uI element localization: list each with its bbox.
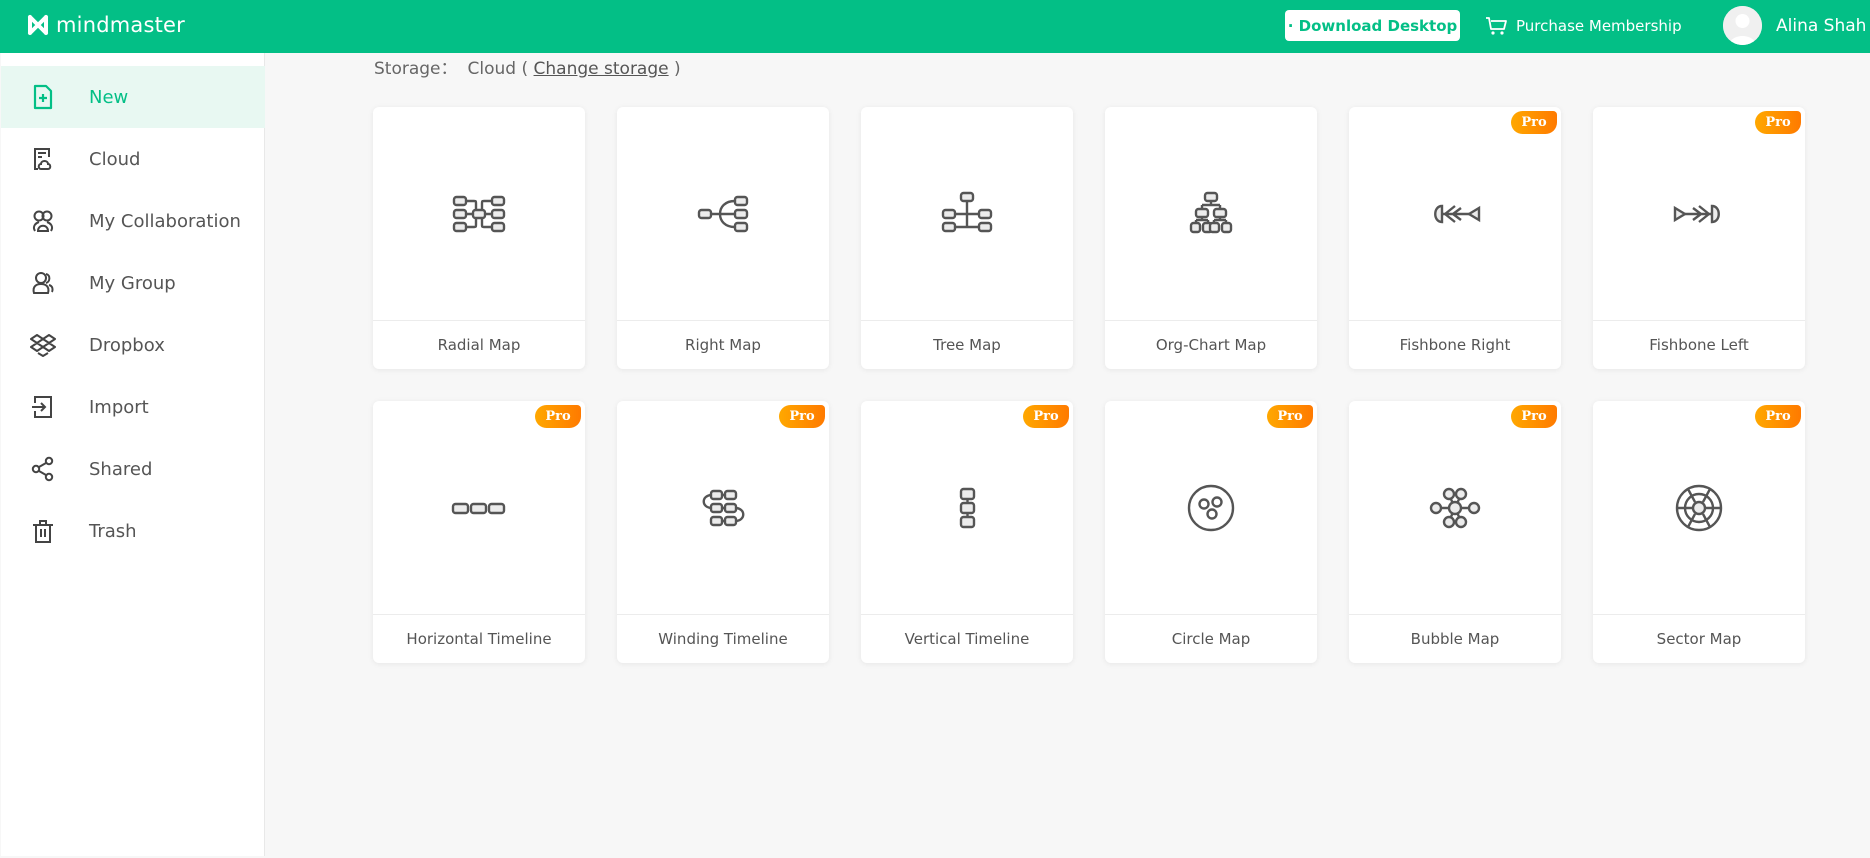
sidebar-item-label: Dropbox (89, 334, 165, 356)
bubble-map-icon (1349, 401, 1561, 614)
template-card-right-map[interactable]: Right Map (617, 107, 829, 369)
vertical-timeline-icon (861, 401, 1073, 614)
top-bar: mindmaster · Download Desktop Purchase M… (0, 0, 1870, 53)
template-label: Circle Map (1105, 614, 1317, 663)
org-chart-icon (1105, 107, 1317, 320)
template-card-sector-map[interactable]: Sector Map Pro (1593, 401, 1805, 663)
radial-map-icon (373, 107, 585, 320)
template-label: Org-Chart Map (1105, 320, 1317, 369)
template-card-org-chart-map[interactable]: Org-Chart Map (1105, 107, 1317, 369)
download-desktop-button[interactable]: · Download Desktop (1285, 10, 1460, 41)
template-card-winding-timeline[interactable]: Winding Timeline Pro (617, 401, 829, 663)
sidebar-item-label: New (89, 86, 129, 108)
pro-badge: Pro (1511, 111, 1557, 134)
sidebar-item-label: Import (89, 396, 149, 418)
cart-icon (1486, 17, 1507, 35)
right-map-icon (617, 107, 829, 320)
template-card-tree-map[interactable]: Tree Map (861, 107, 1073, 369)
template-card-radial-map[interactable]: Radial Map (373, 107, 585, 369)
fishbone-right-icon (1349, 107, 1561, 320)
purchase-membership-button[interactable]: Purchase Membership (1485, 13, 1682, 39)
pro-badge: Pro (1267, 405, 1313, 428)
template-label: Tree Map (861, 320, 1073, 369)
purchase-membership-label: Purchase Membership (1516, 17, 1682, 35)
template-label: Sector Map (1593, 614, 1805, 663)
sidebar-item-dropbox[interactable]: Dropbox (1, 314, 265, 376)
collaboration-icon (30, 208, 56, 234)
storage-info: Storage： Cloud ( Change storage ) (372, 54, 681, 79)
template-label: Fishbone Left (1593, 320, 1805, 369)
pro-badge: Pro (1511, 405, 1557, 428)
cloud-file-icon (30, 146, 56, 172)
storage-value: Cloud ( (467, 59, 529, 79)
circle-map-icon (1105, 401, 1317, 614)
storage-label: Storage： (374, 59, 458, 79)
horizontal-timeline-icon (373, 401, 585, 614)
dropbox-icon (30, 332, 56, 358)
sidebar-item-new[interactable]: New (1, 66, 265, 128)
template-label: Bubble Map (1349, 614, 1561, 663)
trash-icon (30, 518, 56, 544)
share-icon (30, 456, 56, 482)
sidebar-item-label: Shared (89, 458, 153, 480)
tree-map-icon (861, 107, 1073, 320)
template-card-bubble-map[interactable]: Bubble Map Pro (1349, 401, 1561, 663)
sidebar-item-label: My Collaboration (89, 210, 241, 232)
template-label: Right Map (617, 320, 829, 369)
mindmaster-logo-icon (28, 15, 48, 35)
pro-badge: Pro (1755, 405, 1801, 428)
template-label: Radial Map (373, 320, 585, 369)
sidebar-item-label: Trash (89, 520, 137, 542)
sidebar: New Cloud My Collaboration My Group Drop… (1, 53, 265, 856)
pro-badge: Pro (1755, 111, 1801, 134)
template-label: Horizontal Timeline (373, 614, 585, 663)
sidebar-item-trash[interactable]: Trash (1, 500, 265, 562)
sidebar-item-my-collaboration[interactable]: My Collaboration (1, 190, 265, 252)
user-menu[interactable]: Alina Shah (1723, 6, 1866, 45)
pro-badge: Pro (535, 405, 581, 428)
winding-timeline-icon (617, 401, 829, 614)
template-label: Winding Timeline (617, 614, 829, 663)
avatar (1723, 6, 1762, 45)
template-card-horizontal-timeline[interactable]: Horizontal Timeline Pro (373, 401, 585, 663)
template-label: Vertical Timeline (861, 614, 1073, 663)
sidebar-item-my-group[interactable]: My Group (1, 252, 265, 314)
pro-badge: Pro (779, 405, 825, 428)
app-name: mindmaster (56, 13, 185, 37)
new-file-icon (30, 84, 56, 110)
logo[interactable]: mindmaster (27, 13, 185, 37)
template-card-vertical-timeline[interactable]: Vertical Timeline Pro (861, 401, 1073, 663)
sidebar-item-cloud[interactable]: Cloud (1, 128, 265, 190)
template-card-fishbone-left[interactable]: Fishbone Left Pro (1593, 107, 1805, 369)
user-name: Alina Shah (1776, 15, 1867, 36)
sector-map-icon (1593, 401, 1805, 614)
fishbone-left-icon (1593, 107, 1805, 320)
storage-close: ) (674, 59, 681, 79)
change-storage-link[interactable]: Change storage (534, 59, 669, 79)
template-card-circle-map[interactable]: Circle Map Pro (1105, 401, 1317, 663)
sidebar-item-label: Cloud (89, 148, 141, 170)
user-avatar-icon (1723, 6, 1762, 45)
pro-badge: Pro (1023, 405, 1069, 428)
sidebar-item-import[interactable]: Import (1, 376, 265, 438)
import-icon (30, 394, 56, 420)
sidebar-item-label: My Group (89, 272, 176, 294)
group-icon (30, 270, 56, 296)
sidebar-item-shared[interactable]: Shared (1, 438, 265, 500)
template-label: Fishbone Right (1349, 320, 1561, 369)
template-card-fishbone-right[interactable]: Fishbone Right Pro (1349, 107, 1561, 369)
